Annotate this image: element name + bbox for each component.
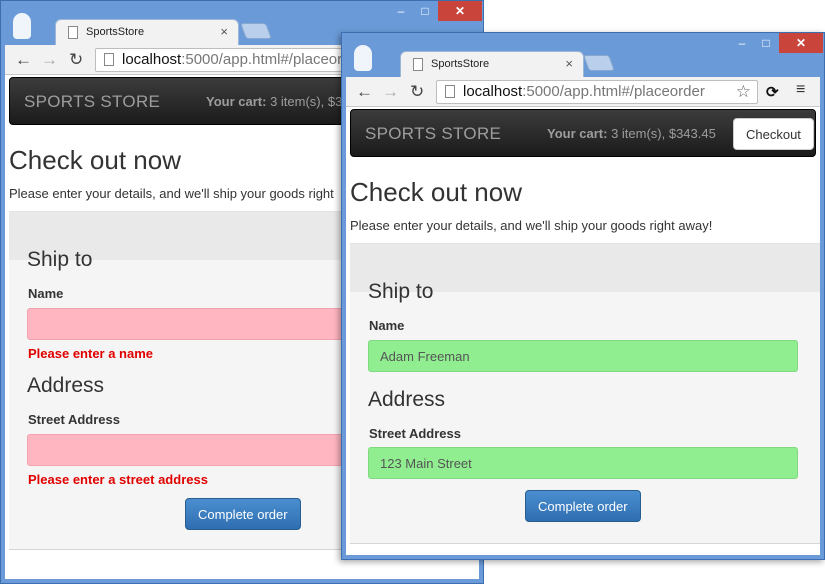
maximize-button[interactable]: □ (754, 33, 778, 53)
name-label: Name (28, 286, 64, 301)
browser-logo-icon (13, 13, 31, 39)
reload-icon[interactable]: ↻ (69, 50, 83, 70)
new-tab-button[interactable] (240, 23, 272, 39)
close-window-button[interactable]: ✕ (438, 1, 482, 21)
name-label: Name (369, 318, 405, 333)
page-icon (104, 53, 114, 66)
url-path: :5000/app.html#/placeorder (522, 83, 705, 100)
url-host: localhost (463, 83, 523, 100)
cart-label: Your cart: (547, 126, 608, 141)
complete-order-button[interactable]: Complete order (185, 498, 301, 530)
page-title: Check out now (9, 145, 181, 175)
page-icon (413, 58, 423, 71)
page-title: Check out now (350, 177, 522, 207)
cart-summary: Your cart: 3 item(s), $343.45 (547, 126, 716, 141)
browser-logo-icon (354, 45, 372, 71)
extension-icon[interactable]: ⟳ (766, 83, 779, 101)
tab-sportsstore[interactable]: SportsStore × (400, 51, 584, 77)
page-intro: Please enter your details, and we'll shi… (350, 218, 713, 233)
tab-title: SportsStore (431, 58, 490, 70)
address-heading: Address (368, 388, 446, 411)
page-viewport: SPORTS STORE Your cart: 3 item(s), $343.… (346, 107, 820, 555)
title-bar: SportsStore × – □ ✕ (342, 33, 824, 77)
complete-order-button[interactable]: Complete order (525, 490, 641, 522)
url-path: :5000/app.html#/placeord (181, 51, 351, 68)
back-arrow-icon[interactable]: ← (15, 50, 32, 70)
tab-close-icon[interactable]: × (565, 56, 573, 71)
street-address-input[interactable] (368, 447, 798, 479)
address-bar[interactable]: localhost:5000/app.html#/placeorder ☆ (436, 80, 758, 104)
reload-icon[interactable]: ↻ (410, 82, 424, 102)
minimize-button[interactable]: – (389, 1, 413, 21)
street-address-label: Street Address (369, 426, 461, 441)
checkout-form-panel: Ship to Name Address Street Address Comp… (350, 243, 820, 544)
checkout-button[interactable]: Checkout (733, 118, 814, 150)
new-tab-button[interactable] (583, 55, 615, 71)
browser-window-front: SportsStore × – □ ✕ ← → ↻ localhost:5000… (341, 32, 825, 560)
browser-toolbar: ← → ↻ localhost:5000/app.html#/placeorde… (346, 77, 820, 107)
tab-sportsstore[interactable]: SportsStore × (55, 19, 239, 45)
cart-details: 3 item(s), $3 (270, 94, 343, 109)
address-heading: Address (27, 374, 105, 397)
cart-summary: Your cart: 3 item(s), $3 (206, 94, 342, 109)
name-error-message: Please enter a name (28, 346, 154, 361)
tab-title: SportsStore (86, 26, 145, 38)
cart-label: Your cart: (206, 94, 267, 109)
close-window-button[interactable]: ✕ (779, 33, 823, 53)
street-address-error-message: Please enter a street address (28, 472, 208, 487)
minimize-button[interactable]: – (730, 33, 754, 53)
street-address-label: Street Address (28, 412, 120, 427)
ship-to-heading: Ship to (27, 248, 93, 271)
brand-logo[interactable]: SPORTS STORE (24, 92, 160, 112)
ship-to-heading: Ship to (368, 280, 434, 303)
page-icon (68, 26, 78, 39)
bookmark-star-icon[interactable]: ☆ (736, 81, 751, 103)
panel-divider (350, 543, 820, 544)
page-intro: Please enter your details, and we'll shi… (9, 186, 334, 201)
page-icon (445, 85, 455, 98)
forward-arrow-icon[interactable]: → (382, 82, 399, 102)
brand-logo[interactable]: SPORTS STORE (365, 124, 501, 144)
tab-close-icon[interactable]: × (220, 24, 228, 39)
menu-icon[interactable]: ≡ (796, 81, 805, 99)
maximize-button[interactable]: □ (413, 1, 437, 21)
url-host: localhost (122, 51, 182, 68)
name-input[interactable] (368, 340, 798, 372)
forward-arrow-icon[interactable]: → (41, 50, 58, 70)
back-arrow-icon[interactable]: ← (356, 82, 373, 102)
navbar: SPORTS STORE Your cart: 3 item(s), $343.… (350, 109, 816, 157)
cart-details: 3 item(s), $343.45 (611, 126, 716, 141)
